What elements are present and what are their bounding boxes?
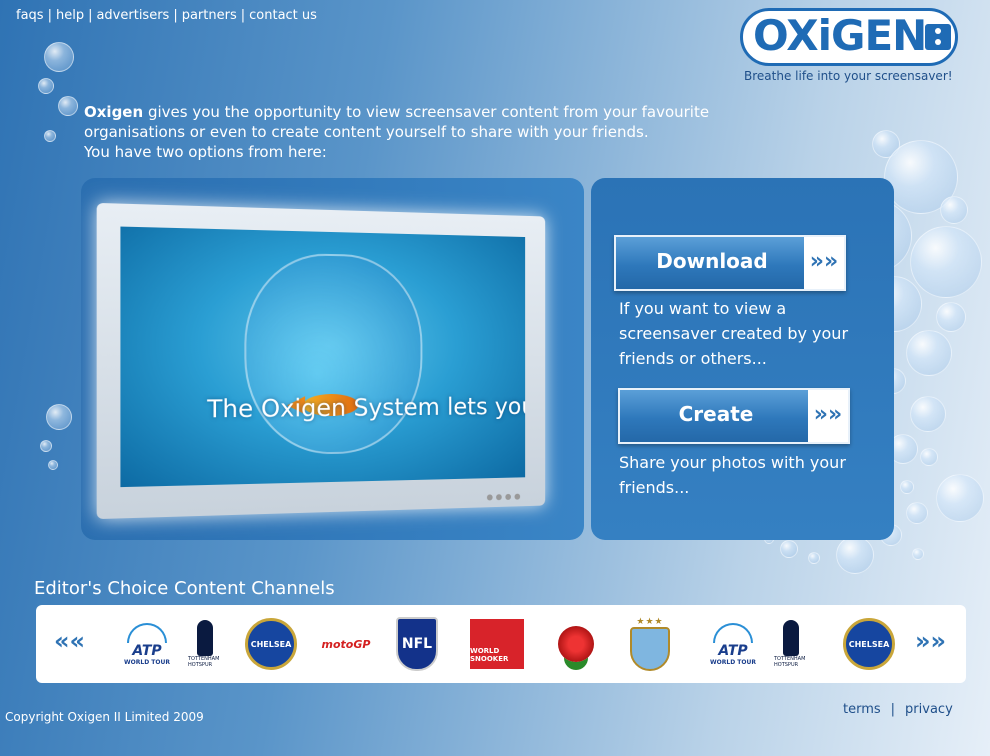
- cockerel-icon: [783, 620, 799, 656]
- cockerel-icon: [197, 620, 213, 656]
- nav-separator: |: [88, 8, 93, 23]
- logo-dots-icon: [925, 24, 951, 50]
- channel-logo-tottenham[interactable]: TOTTENHAM HOTSPUR: [188, 614, 222, 674]
- actions-panel: Download »» If you want to view a screen…: [591, 178, 894, 540]
- channel-logo-man-city[interactable]: ★★★: [628, 614, 672, 674]
- intro-line1: gives you the opportunity to view screen…: [143, 103, 710, 121]
- nfl-shield-icon: NFL: [396, 617, 438, 671]
- create-button[interactable]: Create »»: [618, 388, 850, 444]
- logo-tagline: Breathe life into your screensaver!: [744, 69, 953, 83]
- monitor-leds: ●●●●: [486, 491, 524, 502]
- snooker-ball-icon: WORLD SNOOKER: [470, 619, 524, 669]
- download-button[interactable]: Download »»: [614, 235, 846, 291]
- channel-logo-england-rugby[interactable]: [554, 614, 598, 674]
- city-badge-icon: [630, 627, 670, 671]
- channels-heading: Editor's Choice Content Channels: [34, 578, 335, 599]
- nav-contact-link[interactable]: contact us: [249, 8, 317, 23]
- intro-line3: You have two options from here:: [84, 143, 327, 161]
- stars-icon: ★★★: [636, 617, 664, 627]
- intro-text: Oxigen gives you the opportunity to view…: [84, 102, 744, 162]
- nav-separator: |: [173, 8, 178, 23]
- copyright-text: Copyright Oxigen II Limited 2009: [5, 710, 204, 724]
- nav-separator: |: [47, 8, 52, 23]
- nav-separator: |: [240, 8, 246, 23]
- chelsea-crest-icon: CHELSEA: [245, 618, 297, 670]
- create-description: Share your photos with your friends...: [619, 453, 846, 497]
- carousel-prev-icon[interactable]: ««: [54, 627, 85, 655]
- carousel-next-icon[interactable]: »»: [915, 627, 946, 655]
- footer-separator: |: [890, 702, 896, 717]
- double-chevron-right-icon: »»: [804, 237, 844, 289]
- channel-logo-world-snooker[interactable]: WORLD SNOOKER: [470, 614, 524, 674]
- channel-logo-chelsea[interactable]: CHELSEA: [842, 614, 896, 674]
- double-chevron-right-icon: »»: [808, 390, 848, 442]
- top-nav: faqs | help | advertisers | partners | contact u…: [16, 8, 317, 23]
- channel-logo-tottenham[interactable]: TOTTENHAM HOTSPUR: [774, 614, 808, 674]
- intro-line2: organisations or even to create content …: [84, 123, 649, 141]
- privacy-link[interactable]: privacy: [905, 702, 953, 717]
- red-rose-icon: [558, 626, 594, 662]
- nav-faqs-link[interactable]: faqs: [16, 8, 44, 23]
- footer-links: terms | privacy: [843, 702, 953, 717]
- nav-help-link[interactable]: help: [56, 8, 84, 23]
- channel-logo-atp[interactable]: ATP WORLD TOUR: [706, 614, 760, 674]
- fishbowl-image: [244, 252, 423, 456]
- channel-logo-chelsea[interactable]: CHELSEA: [244, 614, 298, 674]
- monitor-illustration: The Oxigen System lets you... ●●●●: [96, 202, 546, 520]
- channel-logo-motogp[interactable]: moto GP: [316, 614, 376, 674]
- nav-partners-link[interactable]: partners: [182, 8, 237, 23]
- channel-logo-nfl[interactable]: NFL: [396, 614, 438, 674]
- hero-panel: The Oxigen System lets you... ●●●●: [81, 178, 584, 540]
- atp-swish-icon: [713, 622, 753, 643]
- chelsea-crest-icon: CHELSEA: [843, 618, 895, 670]
- create-button-label: Create: [678, 402, 754, 426]
- nav-advertisers-link[interactable]: advertisers: [96, 8, 169, 23]
- intro-brand: Oxigen: [84, 103, 144, 121]
- download-button-label: Download: [656, 249, 768, 273]
- channels-carousel: «« ATP WORLD TOUR TOTTENHAM HOTSPUR CHEL…: [36, 605, 966, 683]
- atp-swish-icon: [127, 622, 167, 643]
- channel-logo-atp[interactable]: ATP WORLD TOUR: [120, 614, 174, 674]
- download-description: If you want to view a screensaver create…: [619, 299, 849, 368]
- oxigen-logo[interactable]: OXiGEN Breathe life into your screensave…: [738, 6, 963, 86]
- monitor-screen: The Oxigen System lets you...: [120, 226, 526, 488]
- hero-screen-text: The Oxigen System lets you...: [207, 392, 526, 424]
- terms-link[interactable]: terms: [843, 702, 881, 717]
